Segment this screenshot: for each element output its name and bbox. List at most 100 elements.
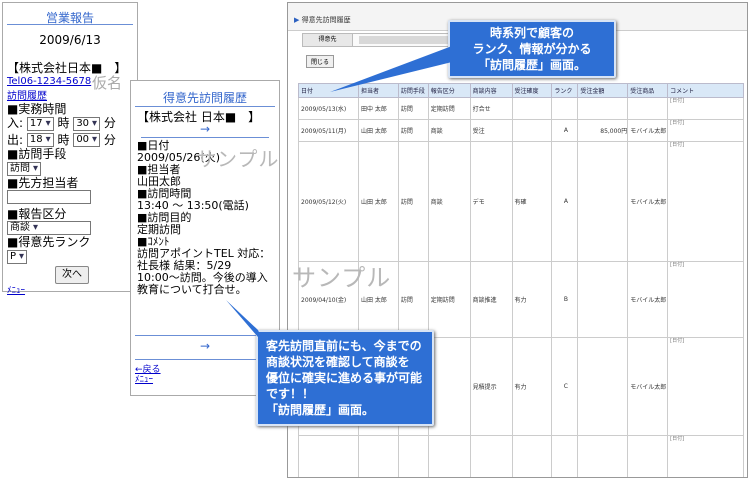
callout-top-line3: 「訪問履歴」画面。: [477, 58, 586, 72]
cell-amount: [577, 261, 629, 338]
cell-amount: [577, 141, 629, 262]
cell-amount: 85,000円: [577, 119, 629, 142]
cell-method: [397, 435, 429, 477]
cell-date: [298, 435, 359, 477]
contact-input[interactable]: [7, 189, 91, 204]
hour-unit: 時: [57, 132, 70, 147]
column-header: 商談内容: [469, 83, 513, 98]
rank-select[interactable]: P: [7, 249, 28, 264]
cell-product: モバイル太郎: [627, 337, 669, 436]
cell-type: 定期訪問: [427, 261, 471, 338]
cell-certainty: [511, 119, 553, 142]
mobile-report-screen: 営業報告 2009/6/13 【株式会社日本■ 】 Tel06-1234-567…: [2, 2, 138, 296]
cell-product: モバイル太郎: [627, 119, 669, 142]
cell-person: 山田 太郎: [357, 141, 399, 262]
contact-label: ■先方担当者: [7, 175, 79, 190]
table-row[interactable]: 2009/05/13(水) 田中 太郎 訪問 定期訪問 打合せ [日付]: [298, 97, 744, 120]
cell-rank: C: [551, 337, 579, 436]
cell-content: [469, 435, 513, 477]
table-row[interactable]: 2009/05/11(月) 山田 太郎 訪問 商談 受注 A 85,000円 モバイル太郎 [日…: [298, 119, 744, 142]
work-time-label: ■実務時間: [7, 102, 67, 116]
next-arrow-link[interactable]: →: [137, 123, 273, 135]
cell-type: [427, 435, 471, 477]
callout-bottom-line4: です！！: [266, 387, 315, 401]
report-type-select[interactable]: 商談: [7, 221, 91, 235]
cell-person: 田中 太郎: [357, 97, 399, 120]
column-header: 受注金額: [577, 83, 629, 98]
watermark-2: サンプル: [292, 264, 392, 292]
history-menu-link[interactable]: ﾒﾆｭｰ: [135, 375, 161, 385]
cell-certainty: 有力: [511, 337, 553, 436]
callout-top-line1: 時系列で顧客の: [489, 26, 574, 40]
callout-bottom-line1: 客先訪問直前にも、今までの: [266, 339, 422, 353]
out-min-select[interactable]: 00: [73, 133, 101, 147]
cell-certainty: 有力: [511, 261, 553, 338]
rank-label: ■得意先ランク: [7, 235, 91, 249]
cell-rank: A: [551, 141, 579, 262]
cell-content: 見積提示: [469, 337, 513, 436]
cell-date: 2009/05/11(月): [298, 119, 359, 142]
callout-bottom-line3: 優位に確実に進める事が可能: [266, 371, 423, 385]
play-icon: ▶: [294, 16, 300, 24]
cell-amount: [577, 97, 629, 120]
web-title: 得意先訪問履歴: [301, 16, 351, 24]
tel-link[interactable]: Tel06-1234-5678: [7, 76, 91, 87]
cell-method: 訪問: [397, 261, 429, 338]
cell-comment: [日付]: [667, 119, 744, 142]
cell-rank: A: [551, 119, 579, 142]
next-button[interactable]: 次へ: [55, 265, 89, 284]
cell-method: 訪問: [397, 141, 429, 262]
cell-comment: [日付]: [667, 261, 744, 338]
cell-date: 2009/05/12(火): [298, 141, 359, 262]
cell-comment: [日付]: [667, 97, 744, 120]
in-hour-select[interactable]: 17: [26, 116, 54, 131]
column-header: 受注確度: [511, 83, 553, 98]
table-row[interactable]: 2009/05/12(火) 山田 太郎 訪問 商談 デモ 有確 A モバイル太郎 [日付]: [298, 141, 744, 262]
column-header: 受注商品: [627, 83, 669, 98]
cell-certainty: 有確: [511, 141, 553, 262]
cell-product: モバイル太郎: [627, 261, 669, 338]
out-label: 出:: [7, 132, 24, 147]
kana-note: 仮名: [92, 74, 123, 92]
history-link[interactable]: 訪問履歴: [7, 91, 47, 102]
cell-comment: [日付]: [667, 435, 744, 477]
cell-comment: [日付]: [667, 141, 744, 262]
cell-amount: [577, 337, 629, 436]
cell-comment: [日付]: [667, 337, 744, 436]
column-header: ランク: [551, 83, 579, 98]
cell-rank: [551, 97, 579, 120]
table-row[interactable]: [日付]: [298, 435, 744, 477]
menu-link[interactable]: ﾒﾆｭｰ: [7, 286, 25, 296]
cell-amount: [577, 435, 629, 477]
watermark-1: サンプル: [196, 147, 280, 171]
callout-bottom-pointer: [226, 300, 264, 344]
cell-product: [627, 435, 669, 477]
cell-content: 受注: [469, 119, 513, 142]
visit-method-label: ■訪問手段: [7, 147, 67, 161]
cell-type: [427, 337, 471, 436]
in-min-select[interactable]: 30: [73, 116, 101, 131]
cell-type: 商談: [427, 119, 471, 142]
hour-unit: 時: [57, 116, 70, 130]
back-link[interactable]: ←戻る: [135, 365, 161, 375]
report-title: 営業報告: [7, 3, 133, 25]
cell-type: 商談: [427, 141, 471, 262]
callout-bottom-line5: 「訪問履歴」画面。: [266, 403, 375, 417]
cell-rank: B: [551, 261, 579, 338]
cell-product: [627, 97, 669, 120]
cell-content: 商談推進: [469, 261, 513, 338]
visit-method-select[interactable]: 訪問: [7, 161, 42, 176]
min-unit: 分: [103, 116, 116, 130]
cell-person: 山田 太郎: [357, 119, 399, 142]
report-type-label: ■報告区分: [7, 206, 67, 221]
cell-method: 訪問: [397, 97, 429, 120]
in-label: 入:: [7, 116, 24, 130]
cell-date: 2009/05/13(水): [298, 97, 359, 120]
cell-certainty: [511, 97, 553, 120]
cell-method: 訪問: [397, 119, 429, 142]
cell-type: 定期訪問: [427, 97, 471, 120]
callout-top-pointer: [330, 46, 452, 92]
column-header: コメント: [667, 83, 744, 98]
out-hour-select[interactable]: 18: [26, 133, 54, 147]
history-title: 得意先訪問履歴: [135, 81, 275, 107]
